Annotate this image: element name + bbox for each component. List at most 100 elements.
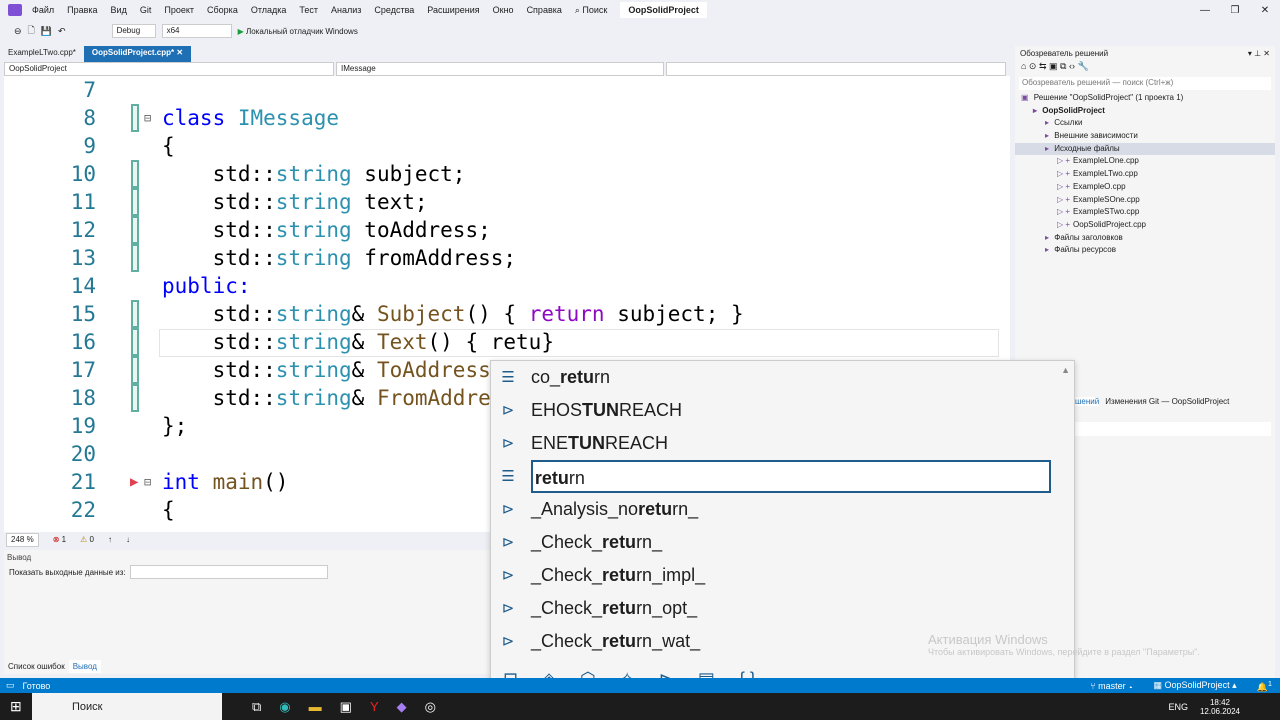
platform-select[interactable]: x64 [161, 24, 232, 38]
yandex-icon[interactable]: Y [370, 699, 379, 715]
tree-item[interactable]: ▷ + ExampleSTwo.cpp [1015, 206, 1275, 219]
undo-icon[interactable]: ↶ [58, 26, 66, 37]
menu-item[interactable]: Файл [32, 5, 54, 15]
code-token: int [162, 470, 213, 494]
warning-count[interactable]: ⚠ 0 [80, 535, 94, 544]
collapse-icon[interactable]: ⊟ [144, 104, 151, 132]
menu-item[interactable]: Расширения [427, 5, 479, 15]
down-arrow-icon[interactable]: ↓ [126, 535, 130, 544]
search-menu[interactable]: ⌕ Поиск [575, 5, 608, 16]
autocomplete-item[interactable]: ☰ return [491, 460, 1051, 493]
code-text: int main() [162, 468, 288, 496]
tree-item[interactable]: ▷ + ExampleLTwo.cpp [1015, 168, 1275, 181]
menu-item[interactable]: Проект [164, 5, 194, 15]
close-button[interactable]: ✕ [1250, 5, 1280, 16]
project-dropdown[interactable]: OopSolidProject [4, 62, 334, 76]
output-source-select[interactable] [129, 565, 328, 579]
tab-examplеltwo[interactable]: ExampleLTwo.cpp* [0, 46, 84, 62]
menu-item[interactable]: Средства [374, 5, 414, 15]
autocomplete-label: _Check_return_ [531, 532, 663, 552]
code-text: std::string& ToAddress [162, 356, 491, 384]
tab-git-changes[interactable]: Изменения Git — OopSolidProject [1105, 397, 1229, 406]
tree-item[interactable]: ▷ + ExampleO.cpp [1015, 181, 1275, 194]
autocomplete-item[interactable]: ⊳ _Check_return_impl_ [491, 559, 1051, 592]
member-dropdown[interactable] [666, 62, 1006, 76]
autocomplete-item[interactable]: ⊳ _Check_return_ [491, 526, 1051, 559]
tree-item[interactable]: ▸ Исходные файлы [1015, 142, 1275, 156]
repo-button[interactable]: ▦ OopSolidProject ▴ [1154, 680, 1237, 691]
new-file-icon[interactable]: 🗋 [28, 23, 35, 39]
breakpoint-icon[interactable]: ▶ [130, 468, 138, 496]
error-count[interactable]: ⊗ 1 [53, 535, 66, 544]
autocomplete-item[interactable]: ⊳ ENETUNREACH [491, 427, 1051, 460]
menu-item[interactable]: Git [140, 5, 152, 15]
macro-icon: ⊳ [501, 567, 515, 584]
tree-item[interactable]: ▷ + OopSolidProject.cpp [1015, 219, 1275, 232]
menu-item[interactable]: Отладка [251, 5, 287, 15]
tree-item[interactable]: ▸ Файлы заголовков [1015, 232, 1275, 245]
tab-oopsolidproject[interactable]: OopSolidProject.cpp* ✕ [83, 46, 192, 62]
close-tab-icon[interactable]: ✕ [176, 48, 183, 57]
autocomplete-item[interactable]: ⊳ EHOSTUNREACH [491, 394, 1051, 427]
change-marker [131, 300, 139, 328]
zoom-select[interactable]: 248 % [6, 532, 39, 547]
maximize-button[interactable]: ❐ [1220, 5, 1250, 16]
notifications-button[interactable]: 🔔1 [1257, 679, 1272, 693]
menu-item[interactable]: Сборка [207, 5, 238, 15]
tree-item[interactable]: ▷ + ExampleSOne.cpp [1015, 194, 1275, 207]
line-number: 8 [83, 106, 96, 130]
tab-error-list[interactable]: Список ошибок [4, 660, 69, 673]
tree-item[interactable]: ▣ Решение "OopSolidProject" (1 проекта 1… [1015, 92, 1275, 105]
windows-start-icon[interactable]: ⊞ [10, 698, 22, 715]
code-token: retu} [490, 330, 554, 354]
autocomplete-item[interactable]: ⊳ _Check_return_opt_ [491, 592, 1051, 625]
task-view-icon[interactable]: ⧉ [252, 699, 261, 715]
autocomplete-item[interactable]: ☰ co_return [491, 361, 1051, 394]
scope-dropdown[interactable]: IMessage [336, 62, 664, 76]
visual-studio-icon[interactable]: ◆ [397, 699, 407, 715]
tree-item[interactable]: ▸ Внешние зависимости [1015, 130, 1275, 143]
collapse-icon[interactable]: ⊟ [144, 468, 151, 496]
autocomplete-label: _Analysis_noreturn_ [531, 499, 699, 519]
tab-solution-explorer[interactable]: шений [1075, 397, 1100, 406]
keyword-icon: ☰ [501, 369, 515, 386]
config-select[interactable]: Debug [111, 24, 156, 38]
edge-icon[interactable]: ◉ [279, 699, 290, 715]
save-icon[interactable]: 💾 [41, 26, 52, 37]
menu-item[interactable]: Правка [67, 5, 97, 15]
menu-item[interactable]: Справка [527, 5, 562, 15]
panel-controls[interactable]: ▾ ⊥ ✕ [1248, 49, 1270, 58]
store-icon[interactable]: ▣ [340, 699, 352, 715]
menu-item[interactable]: Тест [299, 5, 318, 15]
tree-item[interactable]: ▸ OopSolidProject [1015, 105, 1275, 118]
taskbar-search[interactable]: Поиск [32, 693, 222, 720]
code-text: std::string fromAddress; [162, 244, 516, 272]
watermark-text: Чтобы активировать Windows, перейдите в … [928, 647, 1200, 657]
navigation-bar: OopSolidProject IMessage [4, 62, 1010, 76]
autocomplete-label: _Check_return_wat_ [531, 631, 701, 651]
up-arrow-icon[interactable]: ↑ [108, 535, 112, 544]
tray-clock[interactable]: 18:42 12.06.2024 [1200, 698, 1240, 716]
solution-search-input[interactable]: Обозреватель решений — поиск (Ctrl+ж) [1019, 77, 1271, 90]
cpp-file-icon: ▷ + [1057, 156, 1071, 166]
menu-item[interactable]: Вид [111, 5, 127, 15]
autocomplete-item[interactable]: ⊳ _Analysis_noreturn_ [491, 493, 1051, 526]
change-marker [131, 160, 139, 188]
tree-item-label: ExampleSTwo.cpp [1073, 207, 1140, 217]
app-icon[interactable]: ◎ [425, 699, 436, 715]
tree-item[interactable]: ▷ + ExampleLOne.cpp [1015, 155, 1275, 168]
line-number: 18 [70, 386, 96, 410]
tray-lang[interactable]: ENG [1168, 702, 1188, 712]
run-button[interactable]: ▶ Локальный отладчик Windows [238, 27, 358, 36]
tab-output[interactable]: Вывод [68, 660, 101, 673]
tree-item[interactable]: ▸ Ссылки [1015, 117, 1275, 130]
tree-item[interactable]: ▸ Файлы ресурсов [1015, 244, 1275, 257]
menu-item[interactable]: Окно [493, 5, 514, 15]
scroll-up-icon[interactable]: ▲ [1061, 365, 1070, 375]
vs-logo-icon [8, 4, 22, 16]
minimize-button[interactable]: — [1190, 5, 1220, 16]
branch-button[interactable]: ⑂ master ▴ [1090, 681, 1133, 691]
menu-item[interactable]: Анализ [331, 5, 361, 15]
back-icon[interactable]: ⊖ [14, 26, 22, 37]
explorer-icon[interactable]: ▬ [309, 699, 322, 715]
